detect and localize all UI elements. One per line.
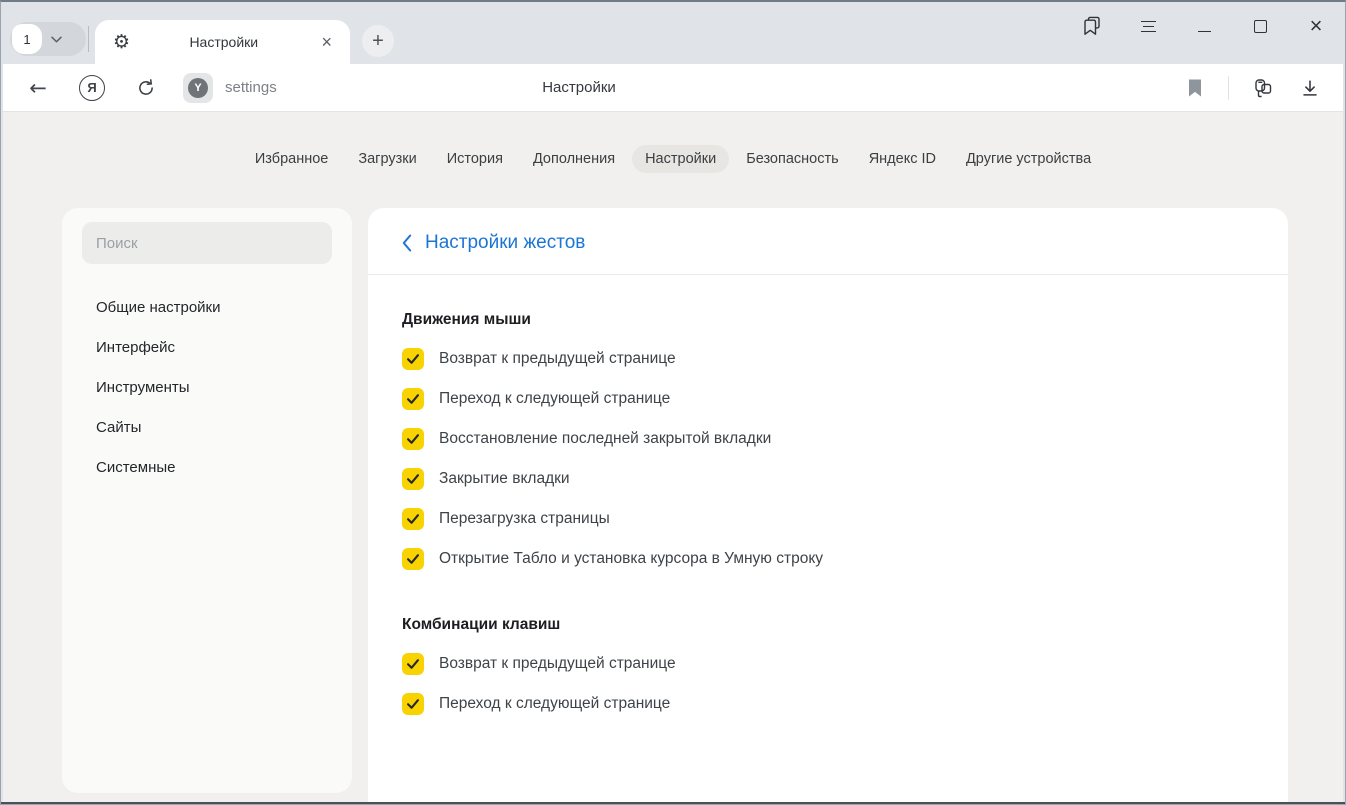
- checkbox-checked[interactable]: [402, 468, 424, 490]
- url-text[interactable]: settings: [225, 79, 277, 96]
- nav-tab[interactable]: Избранное: [242, 145, 341, 173]
- checkbox-checked[interactable]: [402, 693, 424, 715]
- gesture-setting-row: Перезагрузка страницы: [402, 508, 1254, 530]
- settings-page: Избранное Загрузки История Дополнения На…: [3, 112, 1343, 802]
- sidebar-item[interactable]: Общие настройки: [82, 287, 332, 327]
- checkbox-label: Переход к следующей странице: [439, 390, 670, 408]
- tab-counter[interactable]: 1: [10, 22, 86, 56]
- browser-tab-settings[interactable]: ⚙ Настройки ×: [95, 20, 350, 64]
- settings-favicon-icon: Y: [188, 78, 208, 98]
- checkbox-checked[interactable]: [402, 388, 424, 410]
- tab-title: Настройки: [130, 34, 317, 50]
- nav-tab[interactable]: Яндекс ID: [856, 145, 949, 173]
- gesture-setting-row: Возврат к предыдущей странице: [402, 653, 1254, 675]
- maximize-icon: [1254, 20, 1267, 33]
- reload-button[interactable]: [131, 73, 161, 103]
- gestures-content: Движения мыши Возврат к предыдущей стран…: [368, 275, 1288, 715]
- nav-tab[interactable]: Загрузки: [345, 145, 429, 173]
- nav-tab[interactable]: Другие устройства: [953, 145, 1104, 173]
- checkbox-label: Открытие Табло и установка курсора в Умн…: [439, 550, 823, 568]
- minimize-icon: [1198, 31, 1211, 32]
- sidebar-list: Общие настройки Интерфейс Инструменты Са…: [82, 287, 332, 487]
- settings-sidebar: Общие настройки Интерфейс Инструменты Са…: [62, 208, 352, 793]
- search-input[interactable]: [82, 222, 332, 264]
- gesture-setting-row: Восстановление последней закрытой вкладк…: [402, 428, 1254, 450]
- checkmark-icon: [406, 353, 420, 365]
- tab-count-badge[interactable]: 1: [12, 24, 42, 54]
- checkmark-icon: [406, 433, 420, 445]
- gesture-setting-row: Закрытие вкладки: [402, 468, 1254, 490]
- tabstrip-divider: [88, 26, 89, 52]
- checkmark-icon: [406, 658, 420, 670]
- section-heading: Комбинации клавиш: [402, 616, 1254, 634]
- side-panel-icon[interactable]: [1078, 12, 1106, 40]
- keyboard-shortcuts-list: Возврат к предыдущей странице Переход к …: [402, 653, 1254, 715]
- page-title: Настройки жестов: [425, 232, 585, 254]
- nav-tab[interactable]: Безопасность: [733, 145, 852, 173]
- bookmark-button[interactable]: [1180, 73, 1210, 103]
- gesture-setting-row: Переход к следующей странице: [402, 388, 1254, 410]
- settings-main-panel: Настройки жестов Движения мыши Воз: [368, 208, 1288, 802]
- gestures-header-back[interactable]: Настройки жестов: [368, 208, 1288, 275]
- new-tab-button[interactable]: +: [362, 25, 394, 57]
- keyboard-shortcuts-section: Комбинации клавиш Возврат к предыдущей с…: [402, 616, 1254, 715]
- checkbox-checked[interactable]: [402, 653, 424, 675]
- extensions-icon[interactable]: [1247, 73, 1277, 103]
- mouse-gestures-section: Движения мыши Возврат к предыдущей стран…: [402, 311, 1254, 570]
- omnibox-page-title[interactable]: Настройки: [542, 79, 616, 96]
- checkbox-checked[interactable]: [402, 508, 424, 530]
- section-heading: Движения мыши: [402, 311, 1254, 329]
- settings-nav: Избранное Загрузки История Дополнения На…: [3, 112, 1343, 173]
- gear-icon: ⚙: [113, 33, 130, 52]
- download-icon: [1299, 77, 1321, 99]
- minimize-button[interactable]: [1190, 12, 1218, 40]
- gesture-setting-row: Открытие Табло и установка курсора в Умн…: [402, 548, 1254, 570]
- hamburger-lines: [1141, 21, 1156, 32]
- site-favicon: Y: [183, 73, 213, 103]
- back-arrow-icon: ←: [29, 76, 47, 100]
- toolbar: ← Я Y settings Настройки: [3, 64, 1343, 112]
- checkbox-label: Закрытие вкладки: [439, 470, 570, 488]
- toolbar-divider: [1228, 76, 1229, 100]
- back-button[interactable]: ←: [23, 73, 53, 103]
- checkmark-icon: [406, 513, 420, 525]
- nav-tab[interactable]: Дополнения: [520, 145, 628, 173]
- checkmark-icon: [406, 473, 420, 485]
- sidebar-item[interactable]: Системные: [82, 447, 332, 487]
- close-icon: ×: [1310, 17, 1323, 35]
- checkbox-label: Возврат к предыдущей странице: [439, 655, 676, 673]
- window-controls: ×: [1078, 10, 1330, 42]
- nav-tab[interactable]: История: [434, 145, 516, 173]
- bookmark-icon: [1186, 78, 1204, 98]
- gesture-setting-row: Переход к следующей странице: [402, 693, 1254, 715]
- tab-close-icon[interactable]: ×: [317, 31, 336, 53]
- checkmark-icon: [406, 393, 420, 405]
- titlebar: 1 ⚙ Настройки × + ×: [0, 2, 1346, 64]
- sidebar-item[interactable]: Инструменты: [82, 367, 332, 407]
- checkmark-icon: [406, 553, 420, 565]
- checkbox-label: Переход к следующей странице: [439, 695, 670, 713]
- yandex-logo-icon[interactable]: Я: [79, 75, 105, 101]
- toolbar-right-actions: [1180, 73, 1343, 103]
- menu-icon[interactable]: [1134, 12, 1162, 40]
- maximize-button[interactable]: [1246, 12, 1274, 40]
- nav-tab[interactable]: Настройки: [632, 145, 729, 173]
- reload-icon: [135, 77, 157, 99]
- chevron-down-icon[interactable]: [51, 36, 62, 43]
- mouse-gestures-list: Возврат к предыдущей странице Переход к …: [402, 348, 1254, 570]
- checkbox-label: Восстановление последней закрытой вкладк…: [439, 430, 771, 448]
- downloads-button[interactable]: [1295, 73, 1325, 103]
- sidebar-item[interactable]: Сайты: [82, 407, 332, 447]
- checkbox-checked[interactable]: [402, 428, 424, 450]
- checkbox-checked[interactable]: [402, 348, 424, 370]
- checkmark-icon: [406, 698, 420, 710]
- gesture-setting-row: Возврат к предыдущей странице: [402, 348, 1254, 370]
- checkbox-label: Возврат к предыдущей странице: [439, 350, 676, 368]
- close-button[interactable]: ×: [1302, 12, 1330, 40]
- checkbox-label: Перезагрузка страницы: [439, 510, 610, 528]
- sidebar-item[interactable]: Интерфейс: [82, 327, 332, 367]
- chevron-left-icon: [402, 234, 412, 252]
- yandex-logo-letter: Я: [87, 80, 96, 95]
- checkbox-checked[interactable]: [402, 548, 424, 570]
